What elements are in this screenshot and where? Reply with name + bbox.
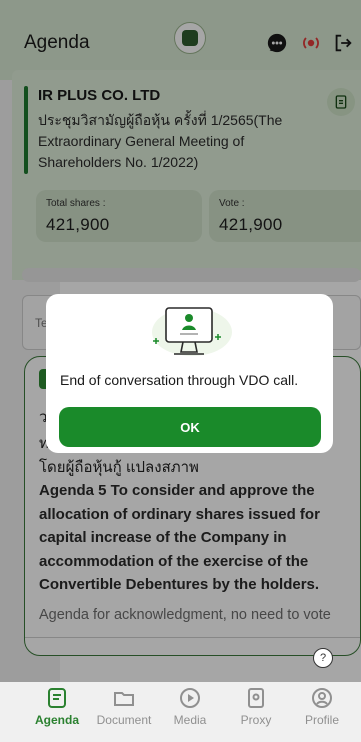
nav-dim-overlay <box>0 682 361 742</box>
call-ended-dialog: End of conversation through VDO call. OK <box>46 294 333 453</box>
help-button[interactable]: ? <box>313 648 333 668</box>
ok-button[interactable]: OK <box>59 407 321 447</box>
app-screen: Agenda IR PLUS CO. LTD ประชุมวิสามัญผู้ถ… <box>0 0 361 742</box>
computer-monitor-icon <box>152 307 232 356</box>
dialog-message: End of conversation through VDO call. <box>60 372 299 388</box>
